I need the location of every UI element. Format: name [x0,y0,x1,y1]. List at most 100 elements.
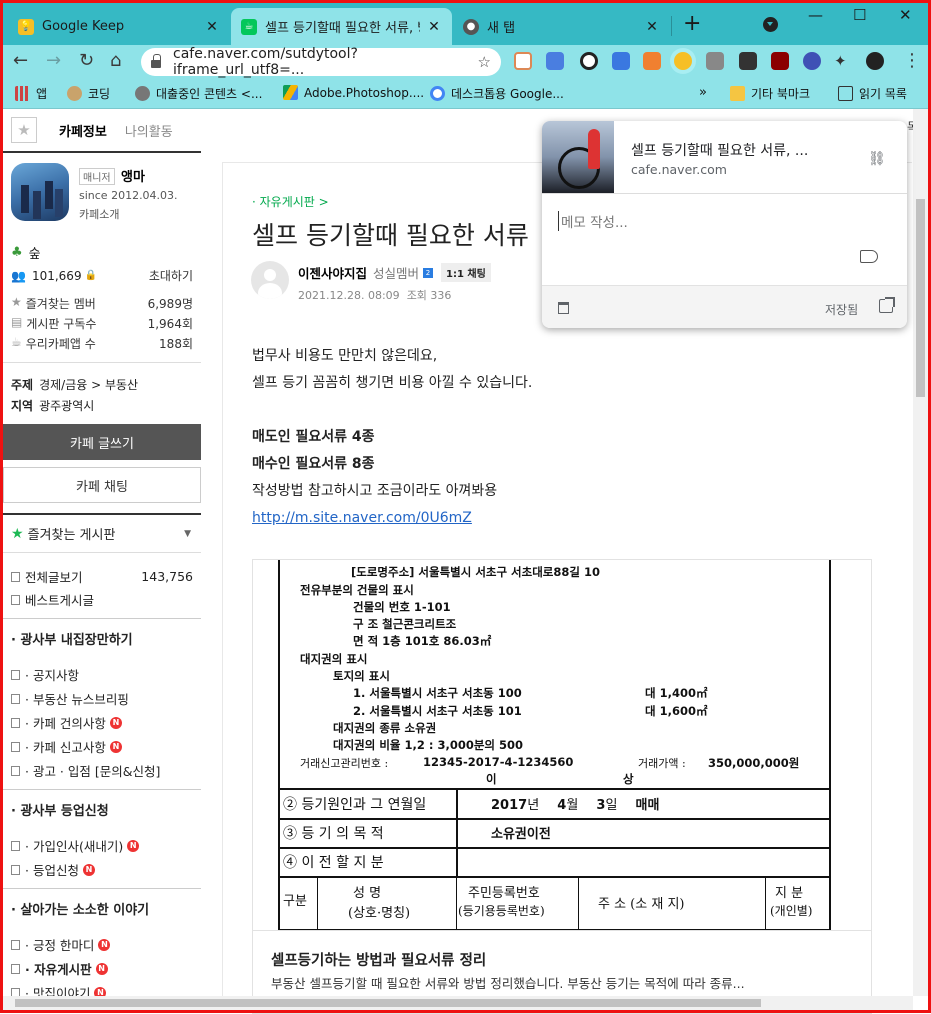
tab-cafe-info[interactable]: 카페정보 [59,121,107,140]
screen-extension-icon[interactable] [706,52,724,70]
window-close-button[interactable]: ✕ [899,6,912,24]
new-tab-button[interactable]: + [683,11,701,36]
one-on-one-chat-button[interactable]: 1:1 채팅 [441,263,491,282]
cafe-intro-link[interactable]: 카페소개 [79,206,119,222]
scrollbar-thumb[interactable] [15,999,761,1007]
pocket-extension-icon[interactable] [514,52,532,70]
doc-rule [278,876,831,878]
url-text[interactable]: cafe.naver.com/sutdytool?iframe_url_utf8… [173,46,478,78]
board-news[interactable]: · 부동산 뉴스브리핑 [11,689,193,708]
favorite-star-icon[interactable]: ★ [11,117,37,143]
cafe-chat-button[interactable]: 카페 채팅 [3,467,201,503]
manager-tag: 매니저 [79,168,115,185]
board-suggestions[interactable]: · 카페 건의사항 N [11,713,193,732]
board-all-posts[interactable]: 전체글보기 143,756 [11,567,193,586]
bookmark-label: 데스크톱용 Google... [451,87,564,101]
board-best[interactable]: 베스트게시글 [11,590,193,609]
bookmarks-bar: 앱 코딩 대출중인 콘텐츠 <... Adobe.Photoshop.... 데… [0,79,931,109]
doc-text: 대지권의 표시 [300,652,368,666]
tab-naver-cafe[interactable]: ☕ 셀프 등기할때 필요한 서류, 방 ✕ [231,8,452,45]
label-icon[interactable] [860,250,878,263]
board-label: · 가입인사(새내기) [25,839,124,854]
minimize-button[interactable]: — [808,6,823,24]
vertical-scrollbar[interactable] [913,109,928,996]
bookmark-loans[interactable]: 대출중인 콘텐츠 <... [135,85,262,102]
board-greetings[interactable]: · 가입인사(새내기) N [11,836,193,855]
close-icon[interactable]: ✕ [204,19,220,35]
bookmark-star-icon[interactable]: ☆ [478,53,491,71]
board-icon [11,864,20,875]
cast-extension-icon[interactable] [739,52,757,70]
board-ads[interactable]: · 광고 · 입점 [문의&신청] [11,761,193,780]
profile-avatar[interactable] [866,52,884,70]
breadcrumb[interactable]: · 자유게시판 > [252,193,329,210]
close-icon[interactable]: ✕ [644,19,660,35]
tab-new-tab[interactable]: ● 새 탭 ✕ [453,8,670,45]
h-extension-icon[interactable] [771,52,789,70]
doc-text: 대지권의 비율 1,2 : 3,000분의 500 [333,738,524,752]
reload-button[interactable]: ↻ [79,50,94,71]
puzzle-icon[interactable]: ✦ [834,52,852,70]
topic-value: 경제/금융 > 부동산 [39,378,139,392]
scrollbar-thumb[interactable] [916,199,925,397]
cafe-write-button[interactable]: 카페 글쓰기 [3,424,201,460]
invite-link[interactable]: 초대하기 [149,267,193,284]
ruler-extension-icon[interactable] [612,52,630,70]
cafe-thumbnail[interactable] [11,163,69,221]
bookmark-other[interactable]: 기타 북마크 [730,85,810,102]
bookmarks-overflow[interactable]: » [699,85,707,100]
translate-extension-icon[interactable] [546,52,564,70]
trash-icon[interactable] [558,302,569,314]
google-keep-extension-icon[interactable] [674,52,692,70]
board-label: · 공지사항 [25,668,79,683]
open-in-new-icon[interactable] [879,297,895,313]
maximize-button[interactable]: ☐ [853,6,866,24]
bookmark-apps[interactable]: 앱 [15,85,47,102]
doc-text: 구분 [283,894,307,909]
board-levelup[interactable]: · 등업신청 N [11,860,193,879]
home-button[interactable]: ⌂ [110,50,121,71]
chevron-down-icon[interactable]: ▼ [184,529,191,539]
browser-toolbar: ← → ↻ ⌂ cafe.naver.com/sutdytool?iframe_… [0,45,931,79]
close-icon[interactable]: ✕ [426,19,442,35]
board-free[interactable]: · 자유게시판 N [11,959,193,978]
new-badge: N [98,938,111,951]
author-avatar[interactable] [251,261,289,299]
tab-google-keep[interactable]: 💡 Google Keep ✕ [8,8,230,45]
bookmark-google-desktop[interactable]: 데스크톱용 Google... [430,85,564,102]
layout-extension-icon[interactable] [643,52,661,70]
doc-text: 전유부분의 건물의 표시 [300,583,414,597]
bookmark-adobe[interactable]: Adobe.Photoshop.... [283,85,424,100]
article-meta: 2021.12.28. 08:09 조회 336 [298,287,451,303]
favorite-boards-header[interactable]: ★ 즐겨찾는 게시판 ▼ [3,513,201,553]
bookmark-coding[interactable]: 코딩 [67,85,110,102]
menu-dots-icon[interactable]: ⋮ [903,50,921,71]
article-link[interactable]: http://m.site.naver.com/0U6mZ [252,510,472,526]
author-name[interactable]: 이젠사야지집 [298,263,367,282]
back-button[interactable]: ← [13,50,28,71]
doc-text: 2. 서울특별시 서초구 서초동 101 [353,704,522,718]
forward-button[interactable]: → [46,50,61,71]
memo-input[interactable]: 메모 작성... [558,211,628,231]
bookmark-reading-list[interactable]: 읽기 목록 [838,85,907,102]
star-small-icon: ★ [11,295,22,309]
unlink-icon[interactable]: ⛓ [868,151,886,167]
tab-my-activity[interactable]: 나의활동 [125,121,173,140]
board-positive[interactable]: · 긍정 한마디 N [11,935,193,954]
doc-text: 년 [527,798,540,813]
card-title[interactable]: 셀프등기하는 방법과 필요서류 정리 [271,949,486,970]
doc-text: 구 조 철근콘크리트조 [353,617,457,631]
circle-extension-icon[interactable] [803,52,821,70]
board-reports[interactable]: · 카페 신고사항 N [11,737,193,756]
address-bar[interactable]: cafe.naver.com/sutdytool?iframe_url_utf8… [141,46,501,78]
horizontal-scrollbar[interactable] [3,996,913,1010]
tab-search-button[interactable] [763,17,778,32]
compass-extension-icon[interactable] [580,52,598,70]
board-icon [11,963,20,974]
new-badge: N [82,863,95,876]
body-line: 셀프 등기 꼼꼼히 챙기면 비용 아낄 수 있습니다. [252,375,533,391]
board-notice[interactable]: · 공지사항 [11,665,193,684]
cafe-sidebar: ★ 카페정보 나의활동 매니저 앵마 since 2012.04.03. 카페소… [3,109,201,1013]
manager-name[interactable]: 앵마 [121,166,145,185]
breadcrumb-label[interactable]: 자유게시판 > [260,195,329,209]
